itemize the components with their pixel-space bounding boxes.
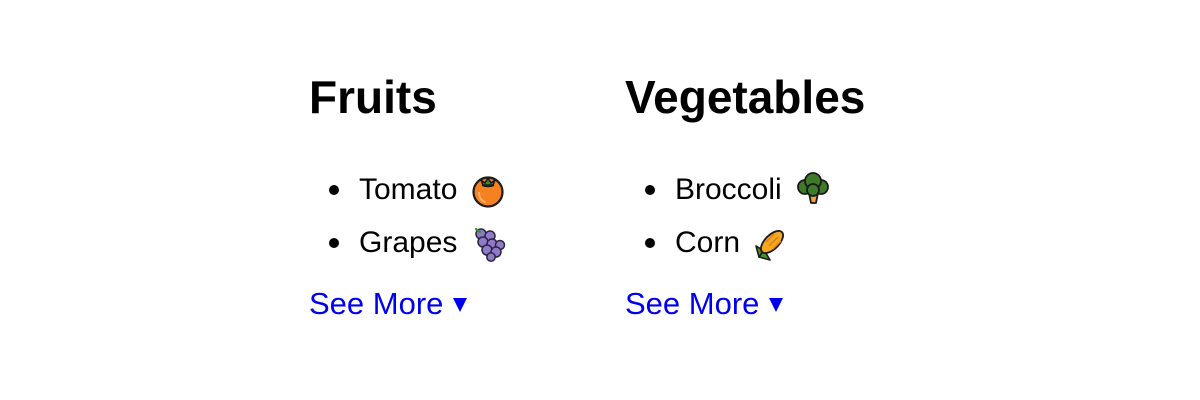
vegetables-section: Vegetables Broccoli Corn See More — [625, 68, 865, 324]
list-item: Grapes — [329, 216, 507, 269]
bullet-icon — [645, 238, 655, 248]
item-label: Corn — [675, 226, 741, 259]
vegetables-list: Broccoli Corn — [625, 163, 865, 269]
bullet-icon — [645, 185, 655, 195]
see-more-label: See More — [309, 286, 444, 321]
grapes-icon — [469, 224, 507, 262]
caret-down-icon — [453, 298, 468, 312]
bullet-icon — [329, 185, 339, 195]
item-label: Grapes — [359, 226, 458, 259]
list-item: Tomato — [329, 163, 507, 216]
list-item: Corn — [645, 216, 865, 269]
tomato-icon — [469, 171, 507, 209]
content-area: Fruits Tomato Grapes See More Vegetables… — [0, 0, 1200, 400]
item-label: Broccoli — [675, 173, 782, 206]
vegetables-title: Vegetables — [625, 71, 866, 123]
see-more-label: See More — [625, 286, 760, 321]
list-item: Broccoli — [645, 163, 865, 216]
bullet-icon — [329, 238, 339, 248]
corn-icon — [752, 224, 790, 262]
fruits-title: Fruits — [309, 71, 437, 123]
fruits-section: Fruits Tomato Grapes See More — [309, 68, 507, 324]
vegetables-see-more-toggle[interactable]: See More — [625, 284, 784, 324]
caret-down-icon — [769, 298, 784, 312]
fruits-see-more-toggle[interactable]: See More — [309, 284, 468, 324]
fruits-list: Tomato Grapes — [309, 163, 507, 269]
broccoli-icon — [794, 171, 832, 209]
item-label: Tomato — [359, 173, 458, 206]
